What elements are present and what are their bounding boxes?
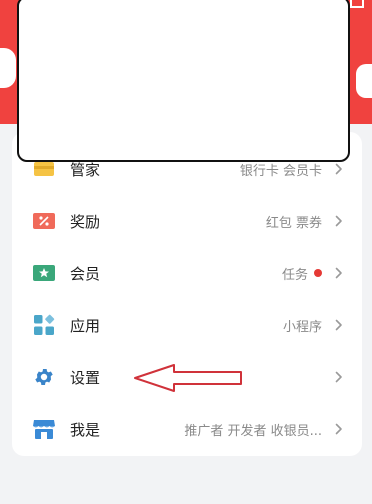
apps-grid-icon xyxy=(32,313,56,337)
chevron-right-icon xyxy=(332,162,346,176)
menu-item-label: 奖励 xyxy=(70,212,101,231)
member-star-icon xyxy=(32,261,56,285)
chevron-right-icon xyxy=(332,422,346,436)
menu-item-detail: 红包 票券 xyxy=(265,215,322,231)
menu-item-label: 会员 xyxy=(70,264,101,283)
menu-item-detail: 任务 xyxy=(282,264,322,283)
menu-item-label: 我是 xyxy=(70,420,101,439)
menu-item-label: 应用 xyxy=(70,316,101,335)
chevron-right-icon xyxy=(332,266,346,280)
menu-item-detail: 推广者 开发者 收银员... xyxy=(184,423,322,439)
menu-item-detail: 小程序 xyxy=(282,319,322,335)
page: 管家 银行卡 会员卡 奖励 红包 票券 会员 任务 应用 小程序 设置 我是 推… xyxy=(0,0,372,504)
coupon-icon xyxy=(32,209,56,233)
chevron-right-icon xyxy=(332,318,346,332)
redaction-box xyxy=(17,0,350,162)
gear-icon xyxy=(32,365,56,389)
menu-item-member[interactable]: 会员 任务 xyxy=(12,247,362,299)
chevron-right-icon xyxy=(332,214,346,228)
annotation-arrow-icon xyxy=(134,364,242,392)
menu-item-apps[interactable]: 应用 小程序 xyxy=(12,299,362,351)
menu-item-label: 设置 xyxy=(70,368,101,387)
store-icon xyxy=(32,417,56,441)
chevron-right-icon xyxy=(332,370,346,384)
header-corner-icon[interactable] xyxy=(350,0,364,8)
header-decoration-right xyxy=(356,64,372,98)
task-label: 任务 xyxy=(281,267,308,283)
menu-item-identity[interactable]: 我是 推广者 开发者 收银员... xyxy=(12,403,362,455)
notification-dot xyxy=(314,269,322,277)
menu-item-detail: 银行卡 会员卡 xyxy=(239,163,322,179)
header-decoration-left xyxy=(0,48,16,88)
menu-item-rewards[interactable]: 奖励 红包 票券 xyxy=(12,195,362,247)
